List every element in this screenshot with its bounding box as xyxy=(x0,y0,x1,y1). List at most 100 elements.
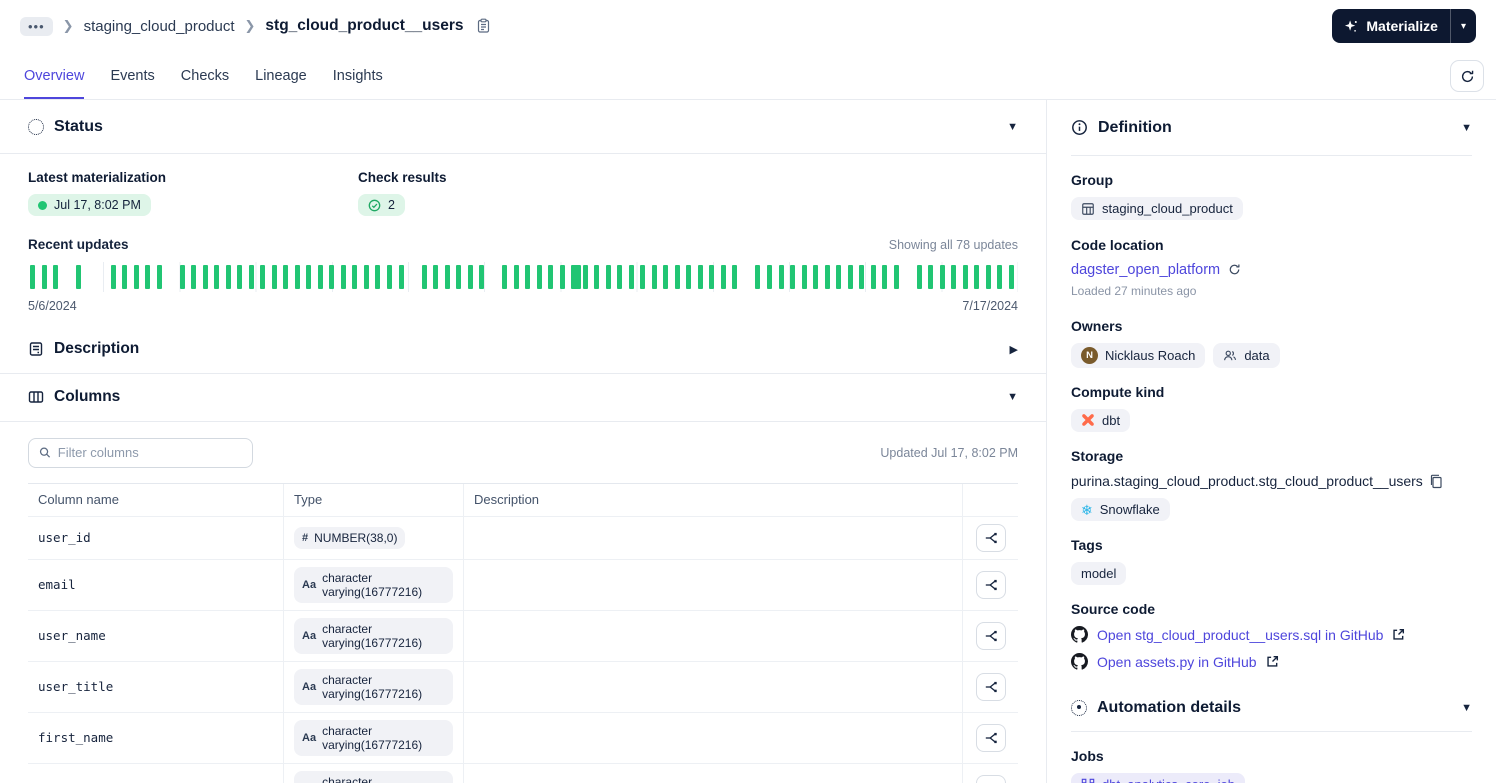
timeline-slot[interactable] xyxy=(97,264,109,290)
timeline-slot[interactable] xyxy=(109,264,121,290)
reload-icon[interactable] xyxy=(1228,263,1241,276)
timeline-slot[interactable] xyxy=(155,264,167,290)
timeline-slot[interactable] xyxy=(892,264,904,290)
materialization-bar[interactable] xyxy=(801,264,807,289)
tab-events[interactable]: Events xyxy=(110,52,154,99)
timeline-slot[interactable] xyxy=(961,264,973,290)
materialization-bar[interactable] xyxy=(767,264,772,289)
materialization-bar[interactable] xyxy=(548,264,554,289)
timeline-slot[interactable] xyxy=(684,264,696,290)
materialization-bar[interactable] xyxy=(363,264,369,289)
group-badge[interactable]: staging_cloud_product xyxy=(1071,197,1243,220)
timeline-slot[interactable] xyxy=(558,264,570,290)
timeline-slot[interactable] xyxy=(189,264,201,290)
breadcrumb-ellipsis-button[interactable]: ••• xyxy=(20,16,53,36)
materialization-bar[interactable] xyxy=(1008,264,1014,289)
materialization-bar[interactable] xyxy=(536,264,542,289)
materialize-dropdown-button[interactable]: ▾ xyxy=(1449,9,1476,43)
materialization-bar[interactable] xyxy=(340,264,346,289)
timeline-slot[interactable] xyxy=(28,264,40,290)
refresh-button[interactable] xyxy=(1450,60,1484,92)
materialization-bar[interactable] xyxy=(525,264,531,289)
open-column-lineage-button[interactable] xyxy=(975,621,1006,650)
timeline-slot[interactable] xyxy=(846,264,858,290)
description-section-header[interactable]: Description ▶ xyxy=(0,326,1046,374)
timeline-slot[interactable] xyxy=(86,264,98,290)
materialization-bar[interactable] xyxy=(122,264,128,289)
timeline-slot[interactable] xyxy=(788,264,800,290)
materialization-bar[interactable] xyxy=(594,264,600,289)
materialization-bar[interactable] xyxy=(893,264,899,289)
timeline-slot[interactable] xyxy=(569,264,582,290)
tab-checks[interactable]: Checks xyxy=(181,52,229,99)
timeline-slot[interactable] xyxy=(523,264,535,290)
timeline-slot[interactable] xyxy=(201,264,213,290)
timeline-slot[interactable] xyxy=(500,264,512,290)
timeline-slot[interactable] xyxy=(638,264,650,290)
timeline-slot[interactable] xyxy=(995,264,1007,290)
materialization-bar[interactable] xyxy=(502,264,508,289)
timeline-slot[interactable] xyxy=(592,264,604,290)
materialization-bar[interactable] xyxy=(709,264,715,289)
materialization-bar[interactable] xyxy=(456,264,462,289)
job-badge[interactable]: dbt_analytics_core_job xyxy=(1071,773,1245,783)
timeline-slot[interactable] xyxy=(673,264,685,290)
open-assets-py-in-github-link[interactable]: Open assets.py in GitHub xyxy=(1097,654,1257,670)
materialization-bar[interactable] xyxy=(674,264,680,289)
collapse-caret-icon[interactable]: ▼ xyxy=(1461,122,1472,134)
materialization-bar[interactable] xyxy=(248,264,254,289)
storage-platform-badge[interactable]: ❄ Snowflake xyxy=(1071,498,1170,521)
automation-section-header[interactable]: Automation details ▼ xyxy=(1071,684,1472,732)
materialization-bar[interactable] xyxy=(605,264,611,289)
timeline-slot[interactable] xyxy=(811,264,823,290)
materialization-bar[interactable] xyxy=(974,264,980,289)
timeline-slot[interactable] xyxy=(74,264,86,290)
timeline-slot[interactable] xyxy=(581,264,593,290)
timeline-slot[interactable] xyxy=(650,264,662,290)
copy-asset-name-icon[interactable] xyxy=(476,18,491,34)
timeline-slot[interactable] xyxy=(707,264,719,290)
open-column-lineage-button[interactable] xyxy=(975,570,1006,599)
timeline-slot[interactable] xyxy=(270,264,282,290)
materialization-bar[interactable] xyxy=(836,264,842,289)
materialization-bar[interactable] xyxy=(951,264,957,289)
timeline-slot[interactable] xyxy=(166,264,178,290)
materialization-bar[interactable] xyxy=(260,264,266,289)
timeline-slot[interactable] xyxy=(1007,264,1019,290)
timeline-slot[interactable] xyxy=(132,264,144,290)
timeline-slot[interactable] xyxy=(535,264,547,290)
timeline-slot[interactable] xyxy=(984,264,996,290)
materialization-bar[interactable] xyxy=(444,264,450,289)
timeline-slot[interactable] xyxy=(926,264,938,290)
timeline-slot[interactable] xyxy=(546,264,558,290)
timeline-slot[interactable] xyxy=(224,264,236,290)
materialization-bar[interactable] xyxy=(237,264,243,289)
timeline-slot[interactable] xyxy=(915,264,927,290)
check-results-badge[interactable]: 2 xyxy=(358,194,405,216)
timeline-slot[interactable] xyxy=(373,264,385,290)
collapse-caret-icon[interactable]: ▼ xyxy=(1007,391,1018,403)
materialization-bar[interactable] xyxy=(386,264,392,289)
timeline-slot[interactable] xyxy=(40,264,52,290)
recent-updates-timeline[interactable] xyxy=(28,261,1019,292)
timeline-slot[interactable] xyxy=(178,264,190,290)
timeline-slot[interactable] xyxy=(431,264,443,290)
materialization-bar[interactable] xyxy=(145,264,151,289)
latest-materialization-badge[interactable]: Jul 17, 8:02 PM xyxy=(28,194,151,216)
tab-lineage[interactable]: Lineage xyxy=(255,52,307,99)
columns-section-header[interactable]: Columns ▼ xyxy=(0,374,1046,422)
tab-insights[interactable]: Insights xyxy=(333,52,383,99)
materialization-bar[interactable] xyxy=(76,264,82,289)
materialization-bar[interactable] xyxy=(985,264,991,289)
timeline-slot[interactable] xyxy=(719,264,731,290)
timeline-slot[interactable] xyxy=(869,264,881,290)
timeline-slot[interactable] xyxy=(235,264,247,290)
timeline-slot[interactable] xyxy=(696,264,708,290)
materialization-bar[interactable] xyxy=(582,264,588,289)
materialization-bar[interactable] xyxy=(813,264,819,289)
timeline-slot[interactable] xyxy=(281,264,293,290)
timeline-slot[interactable] xyxy=(857,264,869,290)
timeline-slot[interactable] xyxy=(661,264,673,290)
materialization-bar[interactable] xyxy=(283,264,289,289)
timeline-slot[interactable] xyxy=(339,264,351,290)
